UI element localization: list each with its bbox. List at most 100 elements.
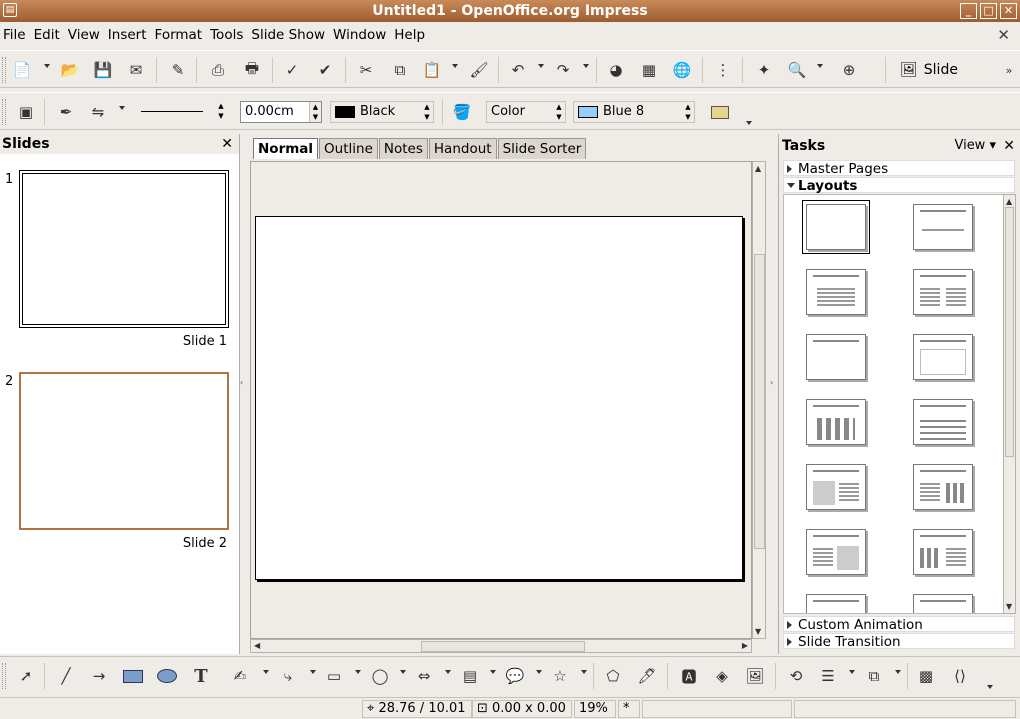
- layout-title-chart[interactable]: [806, 399, 866, 445]
- menu-edit[interactable]: Edit: [31, 27, 64, 43]
- status-zoom[interactable]: 19%: [574, 700, 616, 718]
- layout-title-table[interactable]: [913, 399, 973, 445]
- menu-format[interactable]: Format: [152, 27, 207, 43]
- print-icon[interactable]: 🖶: [240, 58, 264, 82]
- layout-title-clipart-text[interactable]: [806, 464, 866, 510]
- menu-window[interactable]: Window: [330, 27, 390, 43]
- stars-dropdown-icon[interactable]: [581, 670, 587, 674]
- menu-view[interactable]: View: [65, 27, 104, 43]
- alignment-icon[interactable]: ☰: [816, 664, 840, 688]
- tab-slide-sorter[interactable]: Slide Sorter: [497, 138, 587, 159]
- alignment-dropdown-icon[interactable]: [849, 670, 855, 674]
- slide-thumbnail-1[interactable]: [19, 170, 229, 328]
- collapse-tasks-panel-icon[interactable]: ›: [770, 378, 773, 387]
- toolbar-grip[interactable]: [2, 57, 6, 83]
- layout-title-text-clipart[interactable]: [806, 529, 866, 575]
- layout-blank[interactable]: [802, 200, 870, 254]
- cut-icon[interactable]: ✂: [354, 58, 378, 82]
- copy-icon[interactable]: ⧉: [388, 58, 412, 82]
- layout-title-only-centered[interactable]: [913, 204, 973, 250]
- symbol-shapes-icon[interactable]: ◯: [368, 664, 392, 688]
- close-slides-panel-icon[interactable]: ✕: [221, 134, 233, 154]
- paste-dropdown-icon[interactable]: [452, 64, 458, 68]
- area-fill-icon[interactable]: 🪣: [450, 100, 474, 124]
- basic-shapes-icon[interactable]: ▭: [322, 664, 346, 688]
- layout-title-2-content[interactable]: [913, 269, 973, 315]
- block-arrows-dropdown-icon[interactable]: [445, 670, 451, 674]
- glue-points-icon[interactable]: 🖊: [635, 664, 659, 688]
- export-pdf-icon[interactable]: ⎙: [206, 58, 230, 82]
- paste-icon[interactable]: 📋: [420, 58, 444, 82]
- open-folder-icon[interactable]: 📂: [58, 58, 82, 82]
- layout-item[interactable]: [806, 594, 866, 613]
- spellcheck-icon[interactable]: ✓: [280, 58, 304, 82]
- shadow-toggle-icon[interactable]: ▩: [914, 664, 938, 688]
- zoom-dropdown-icon[interactable]: [817, 64, 823, 68]
- menu-slide-show[interactable]: Slide Show: [248, 27, 329, 43]
- layout-title-box[interactable]: [913, 334, 973, 380]
- window-menu-icon[interactable]: ▤: [3, 3, 17, 17]
- arrow-style-icon[interactable]: ⇋: [86, 100, 110, 124]
- line-style-select[interactable]: ▲ ▼: [135, 101, 227, 123]
- tab-handout[interactable]: Handout: [428, 138, 497, 159]
- horizontal-scrollbar[interactable]: ◀ ▶: [250, 639, 752, 653]
- rectangle-icon[interactable]: [121, 664, 145, 688]
- ellipse-icon[interactable]: [155, 664, 179, 688]
- arrange-dropdown-icon[interactable]: [895, 670, 901, 674]
- gallery-icon[interactable]: 🖼: [743, 664, 767, 688]
- help-icon[interactable]: ⊕: [837, 58, 861, 82]
- globe-icon[interactable]: 🌐: [670, 58, 694, 82]
- autospellcheck-icon[interactable]: ✔: [313, 58, 337, 82]
- line-color-select[interactable]: Black ▲ ▼: [330, 101, 434, 123]
- flowchart-icon[interactable]: ▤: [458, 664, 482, 688]
- area-style-select[interactable]: Color ▲ ▼: [486, 101, 566, 123]
- close-window-button[interactable]: ✕: [1000, 3, 1017, 19]
- slide-thumbnail-2[interactable]: [19, 372, 229, 530]
- new-document-icon[interactable]: 📄: [10, 58, 34, 82]
- edit-file-icon[interactable]: ✎: [166, 58, 190, 82]
- shadow-icon[interactable]: [708, 100, 732, 124]
- 3d-toggle-icon[interactable]: ⟨⟩: [948, 664, 972, 688]
- text-tool-icon[interactable]: T: [189, 664, 213, 688]
- menu-insert[interactable]: Insert: [105, 27, 151, 43]
- redo-dropdown-icon[interactable]: [583, 64, 589, 68]
- horizontal-scroll-thumb[interactable]: [421, 641, 585, 652]
- line-width-field[interactable]: 0.00cm ▲ ▼: [240, 101, 322, 123]
- stars-icon[interactable]: ☆: [548, 664, 572, 688]
- grid-icon[interactable]: ⋮: [711, 58, 735, 82]
- curve-icon[interactable]: ✍: [228, 664, 252, 688]
- layouts-scrollbar[interactable]: ▲ ▼: [1003, 194, 1016, 614]
- callouts-icon[interactable]: 💬: [503, 664, 527, 688]
- from-file-icon[interactable]: ◈: [710, 664, 734, 688]
- toolbar-overflow-icon[interactable]: [746, 121, 752, 125]
- toolbar-grip[interactable]: [2, 99, 6, 125]
- tasks-view-menu[interactable]: View ▾: [954, 134, 996, 158]
- draw-line-icon[interactable]: ╱: [54, 664, 78, 688]
- section-layouts[interactable]: Layouts: [783, 177, 1015, 194]
- close-document-icon[interactable]: ✕: [997, 26, 1010, 44]
- section-custom-animation[interactable]: Custom Animation: [783, 616, 1015, 633]
- vertical-scroll-thumb[interactable]: [754, 254, 765, 549]
- basic-shapes-dropdown-icon[interactable]: [355, 670, 361, 674]
- collapse-slides-panel-icon[interactable]: ‹: [240, 378, 243, 387]
- menu-tools[interactable]: Tools: [207, 27, 247, 43]
- toolbar-grip[interactable]: [2, 663, 6, 689]
- tab-notes[interactable]: Notes: [378, 138, 428, 159]
- tab-outline[interactable]: Outline: [319, 138, 378, 159]
- format-paintbrush-icon[interactable]: 🖌: [467, 58, 491, 82]
- toolbar-overflow-icon[interactable]: [987, 685, 993, 689]
- section-slide-transition[interactable]: Slide Transition: [783, 633, 1015, 650]
- block-arrows-icon[interactable]: ⇔: [412, 664, 436, 688]
- save-icon[interactable]: 💾: [91, 58, 115, 82]
- layout-title-text-chart[interactable]: [913, 464, 973, 510]
- email-icon[interactable]: ✉: [124, 58, 148, 82]
- layout-title-content[interactable]: [806, 269, 866, 315]
- navigator-icon[interactable]: ✦: [752, 58, 776, 82]
- curve-dropdown-icon[interactable]: [263, 670, 269, 674]
- line-icon[interactable]: ✒: [54, 100, 78, 124]
- section-master-pages[interactable]: Master Pages: [783, 160, 1015, 177]
- layout-title-only[interactable]: [806, 334, 866, 380]
- zoom-icon[interactable]: 🔍: [785, 58, 809, 82]
- draw-arrow-line-icon[interactable]: →: [87, 664, 111, 688]
- close-tasks-panel-icon[interactable]: ✕: [1003, 134, 1015, 158]
